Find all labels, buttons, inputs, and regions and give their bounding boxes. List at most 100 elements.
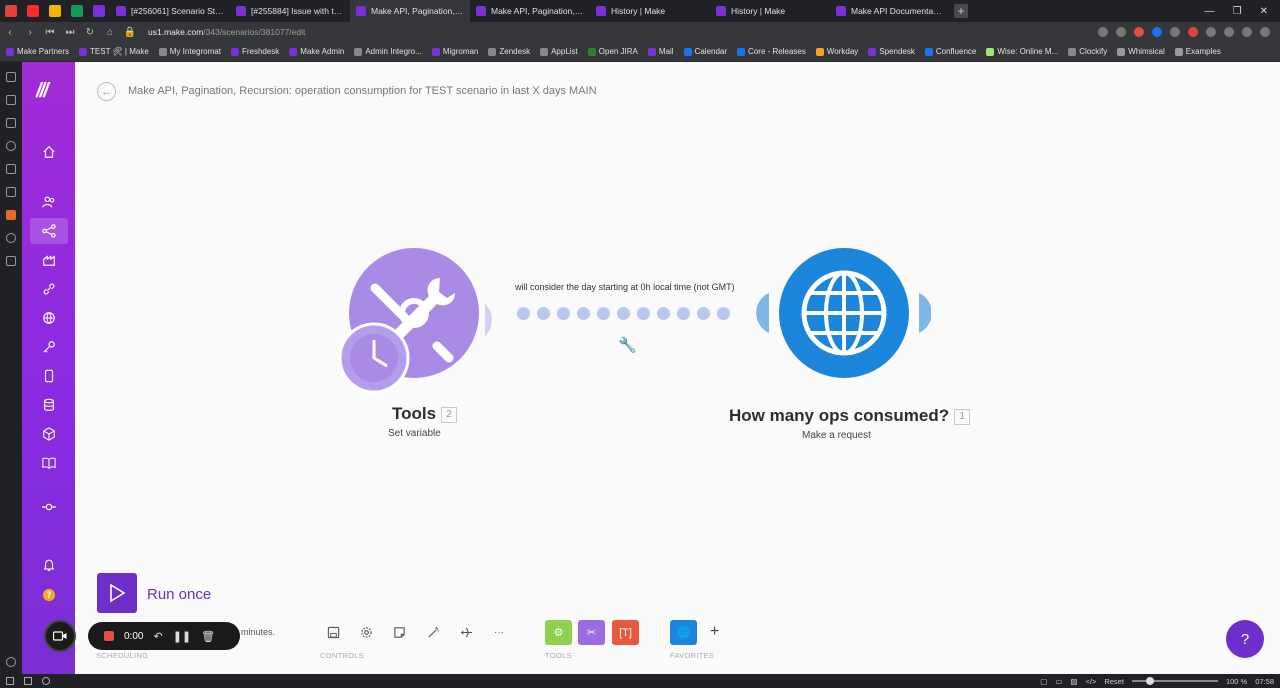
minimize-icon[interactable]: —: [1205, 6, 1215, 17]
tile-icon[interactable]: ▭: [1055, 677, 1062, 686]
browser-tab[interactable]: [#256061] Scenario Stoppe: [110, 0, 230, 22]
save-icon[interactable]: [321, 620, 345, 644]
browser-tab[interactable]: Make API Documentation: [830, 0, 950, 22]
settings-icon[interactable]: [6, 657, 16, 667]
route-connector[interactable]: [517, 307, 730, 320]
bookmark-item[interactable]: Zendesk: [488, 47, 530, 56]
devices-icon[interactable]: [30, 363, 68, 389]
extension-icon[interactable]: [1134, 27, 1144, 37]
data-stores-icon[interactable]: [30, 392, 68, 418]
notes-icon[interactable]: [387, 620, 411, 644]
data-structures-icon[interactable]: [30, 421, 68, 447]
http-module[interactable]: How many ops consumed? 1 Make a request: [725, 248, 985, 458]
webhooks-icon[interactable]: [30, 305, 68, 331]
bookmark-item[interactable]: Make Admin: [289, 47, 344, 56]
help-icon[interactable]: ?: [30, 582, 68, 608]
bookmark-folder[interactable]: Whimsical: [1117, 47, 1165, 56]
pause-icon[interactable]: ❚❚: [173, 630, 191, 643]
mail-panel-icon[interactable]: [6, 187, 16, 197]
history-icon[interactable]: [6, 141, 16, 151]
bookmark-item[interactable]: Open JIRA: [587, 47, 638, 56]
bookmarks-panel-icon[interactable]: [6, 72, 16, 82]
extension-icon[interactable]: [1116, 27, 1126, 37]
extension-icon[interactable]: [1242, 27, 1252, 37]
run-once-label[interactable]: Run once: [147, 586, 211, 603]
cloud-sync-icon[interactable]: [42, 677, 50, 685]
add-panel-icon[interactable]: [6, 256, 16, 266]
home-icon[interactable]: [30, 139, 68, 165]
bookmark-item[interactable]: Wise: Online M...: [986, 47, 1058, 56]
bookmark-item[interactable]: Confluence: [924, 47, 976, 56]
capture-icon[interactable]: ▢: [1040, 677, 1047, 686]
bookmark-item[interactable]: Calendar: [683, 47, 727, 56]
flow-control-tool-icon[interactable]: ⚙: [545, 620, 572, 645]
bookmark-item[interactable]: Make Partners: [6, 47, 69, 56]
team-icon[interactable]: [30, 189, 68, 215]
back-icon[interactable]: ‹: [0, 27, 20, 38]
bookmark-item[interactable]: Core - Releases: [737, 47, 806, 56]
reload-icon[interactable]: ↻: [80, 27, 100, 38]
extension-icon[interactable]: [1170, 27, 1180, 37]
make-tab-icon[interactable]: [88, 0, 110, 22]
bookmark-folder[interactable]: Examples: [1174, 47, 1221, 56]
trash-icon[interactable]: 🗑: [201, 630, 215, 643]
extension-icon[interactable]: [1188, 27, 1198, 37]
notes-icon[interactable]: [6, 164, 16, 174]
schedule-text[interactable]: minutes.: [241, 627, 275, 637]
maximize-icon[interactable]: ❐: [1233, 6, 1242, 17]
images-icon[interactable]: ▨: [1070, 677, 1077, 686]
sheets-tab-icon[interactable]: [66, 0, 88, 22]
scenario-title[interactable]: Make API, Pagination, Recursion: operati…: [128, 85, 597, 97]
run-once-button[interactable]: [97, 573, 137, 613]
youtube-icon[interactable]: [22, 0, 44, 22]
browser-tab-active[interactable]: Make API, Pagination, Recu: [350, 0, 470, 22]
undo-icon[interactable]: ↶: [153, 630, 162, 643]
window-panel-icon[interactable]: [24, 677, 32, 685]
scenario-canvas[interactable]: ← Make API, Pagination, Recursion: opera…: [75, 62, 1280, 674]
fast-forward-icon[interactable]: ⏭: [60, 27, 80, 38]
pinned-tab-icon[interactable]: [44, 0, 66, 22]
bookmark-item[interactable]: Admin Integro...: [354, 47, 422, 56]
vivaldi-menu-icon[interactable]: [0, 0, 22, 22]
code-icon[interactable]: </>: [1086, 677, 1097, 686]
bookmark-item[interactable]: AppList: [540, 47, 578, 56]
http-favorite-icon[interactable]: 🌐: [670, 620, 697, 645]
browser-tab[interactable]: History | Make: [710, 0, 830, 22]
sync-icon[interactable]: [6, 233, 16, 243]
bookmark-item[interactable]: Mail: [647, 47, 674, 56]
bookmark-item[interactable]: TEST 🛠 | Make: [79, 47, 149, 56]
bookmark-item[interactable]: Clockify: [1068, 47, 1107, 56]
forward-icon[interactable]: ›: [20, 27, 40, 38]
org-switcher-icon[interactable]: [30, 494, 68, 520]
extension-icon[interactable]: [1206, 27, 1216, 37]
extension-icon[interactable]: [1152, 27, 1162, 37]
templates-icon[interactable]: [30, 247, 68, 273]
home-icon[interactable]: ⌂: [100, 27, 120, 38]
notifications-icon[interactable]: [30, 552, 68, 578]
zoom-slider-thumb[interactable]: [1145, 677, 1154, 685]
tools-module[interactable]: Tools 2 Set variable: [337, 248, 507, 458]
explain-flow-plane-icon[interactable]: [454, 620, 478, 644]
bookmark-item[interactable]: My Integromat: [158, 47, 221, 56]
auto-align-wand-icon[interactable]: [421, 620, 445, 644]
stop-recording-icon[interactable]: [104, 631, 114, 641]
more-options-icon[interactable]: ···: [487, 620, 511, 644]
back-arrow-icon[interactable]: ←: [97, 82, 116, 101]
scenarios-icon[interactable]: [30, 218, 68, 244]
keys-icon[interactable]: [30, 334, 68, 360]
browser-tab[interactable]: History | Make: [590, 0, 710, 22]
make-logo-icon[interactable]: ///: [36, 80, 49, 103]
bookmark-item[interactable]: Spendesk: [868, 47, 915, 56]
extension-icon[interactable]: [1224, 27, 1234, 37]
downloads-icon[interactable]: [6, 118, 16, 128]
url-field[interactable]: us1.make.com/343/scenarios/381077/edit: [148, 27, 305, 37]
chat-help-icon[interactable]: ?: [1226, 620, 1264, 658]
rewind-icon[interactable]: ⏮: [40, 27, 60, 38]
scenario-settings-gear-icon[interactable]: [354, 620, 378, 644]
new-tab-button[interactable]: +: [954, 4, 968, 18]
close-icon[interactable]: ✕: [1260, 6, 1268, 17]
panel-toggle-icon[interactable]: [6, 677, 14, 685]
browser-tab[interactable]: [#255884] Issue with the pa: [230, 0, 350, 22]
bookmark-item[interactable]: Migroman: [431, 47, 478, 56]
route-settings-wrench-icon[interactable]: 🔧: [618, 336, 637, 354]
